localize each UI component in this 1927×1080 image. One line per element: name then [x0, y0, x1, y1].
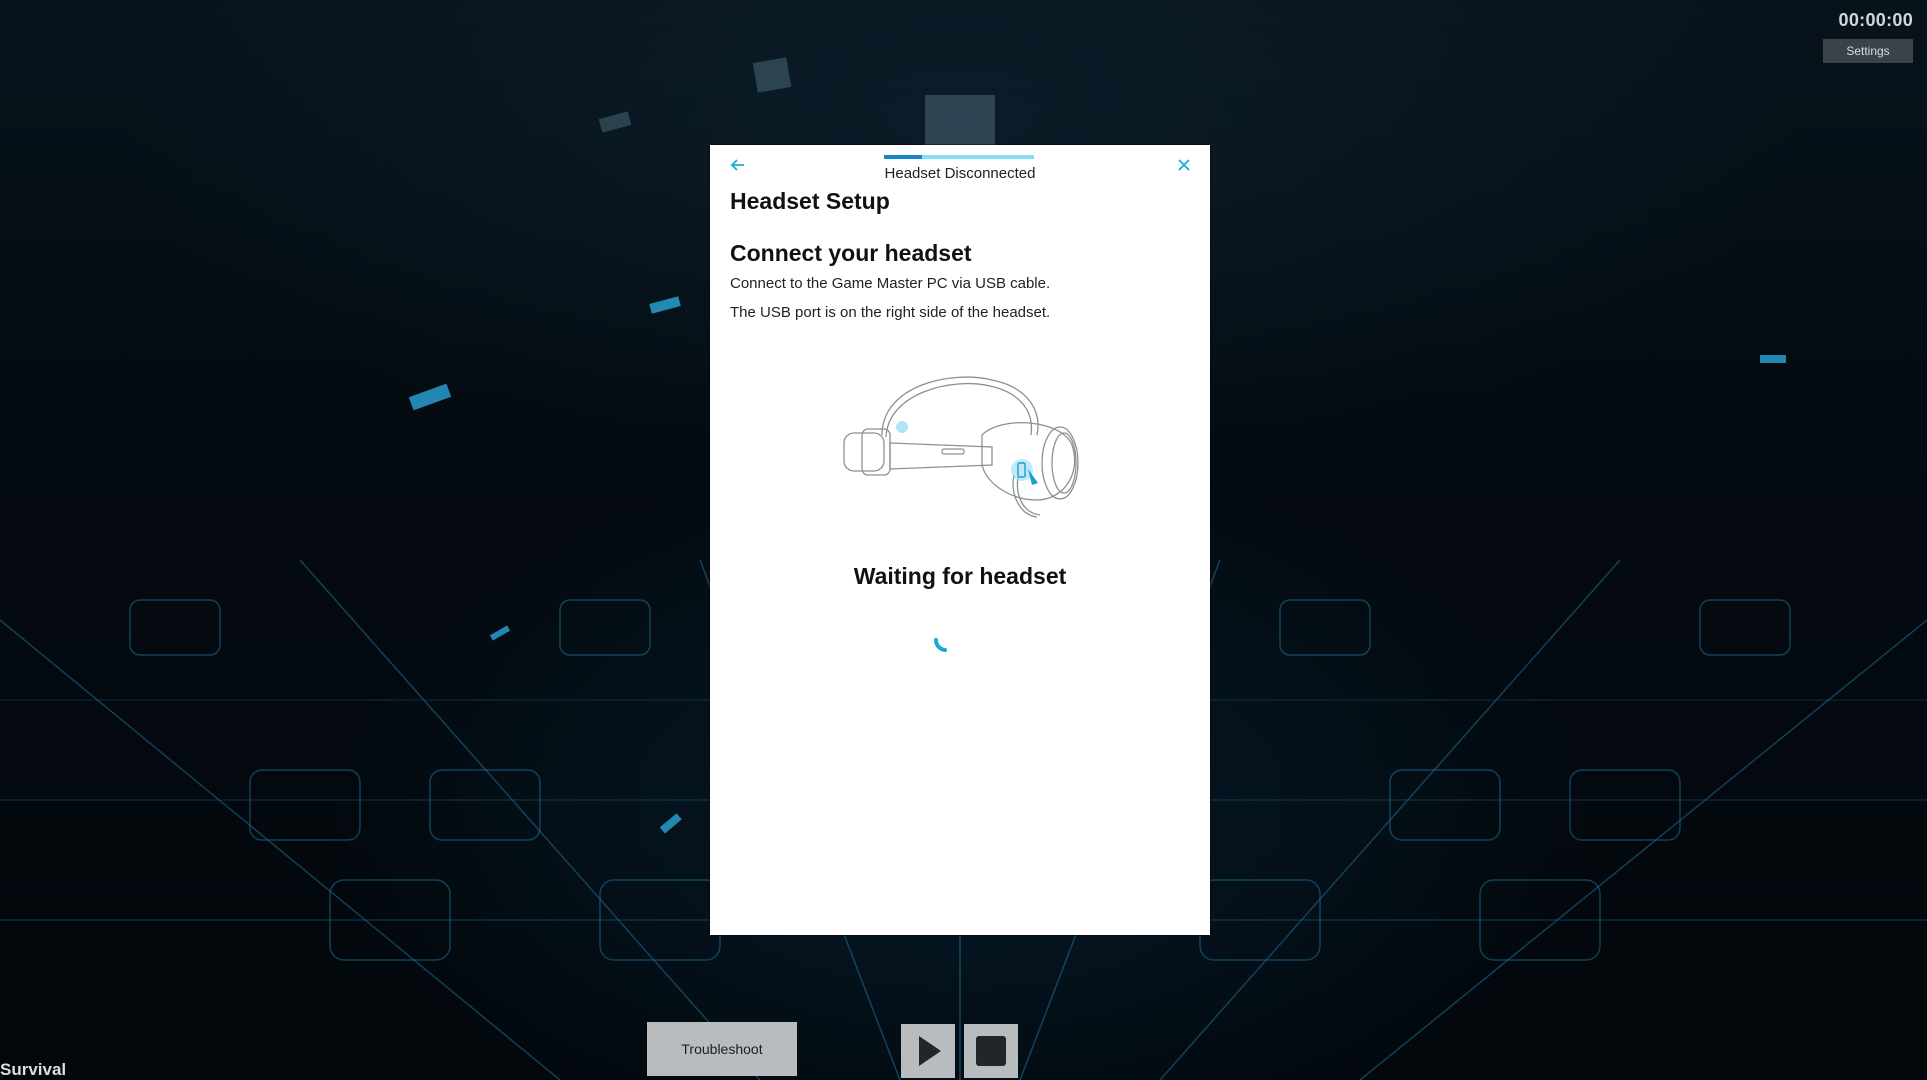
setup-progress-bar	[884, 155, 1034, 159]
close-icon[interactable]	[1174, 155, 1194, 175]
loading-spinner-icon	[933, 638, 947, 652]
dialog-title: Headset Setup	[730, 188, 890, 214]
instruction-text: The USB port is on the right side of the…	[730, 304, 1051, 321]
connection-status: Headset Disconnected	[884, 165, 1036, 182]
setup-progress-fill	[884, 155, 922, 159]
waiting-message: Waiting for headset	[853, 563, 1067, 589]
headset-usb-illustration	[843, 376, 1079, 518]
stop-icon	[976, 1036, 1006, 1066]
stop-button[interactable]	[964, 1024, 1018, 1078]
troubleshoot-button[interactable]: Troubleshoot	[647, 1022, 797, 1076]
play-icon	[919, 1036, 941, 1066]
settings-button[interactable]: Settings	[1823, 39, 1913, 63]
step-heading: Connect your headset	[730, 240, 972, 266]
headset-setup-dialog: Headset Disconnected Headset Setup Conne…	[710, 145, 1210, 935]
game-mode-label: Survival	[0, 1060, 67, 1079]
play-button[interactable]	[901, 1024, 955, 1078]
session-timer: 00:00:00	[1838, 10, 1913, 30]
instruction-text: Connect to the Game Master PC via USB ca…	[730, 275, 1051, 292]
